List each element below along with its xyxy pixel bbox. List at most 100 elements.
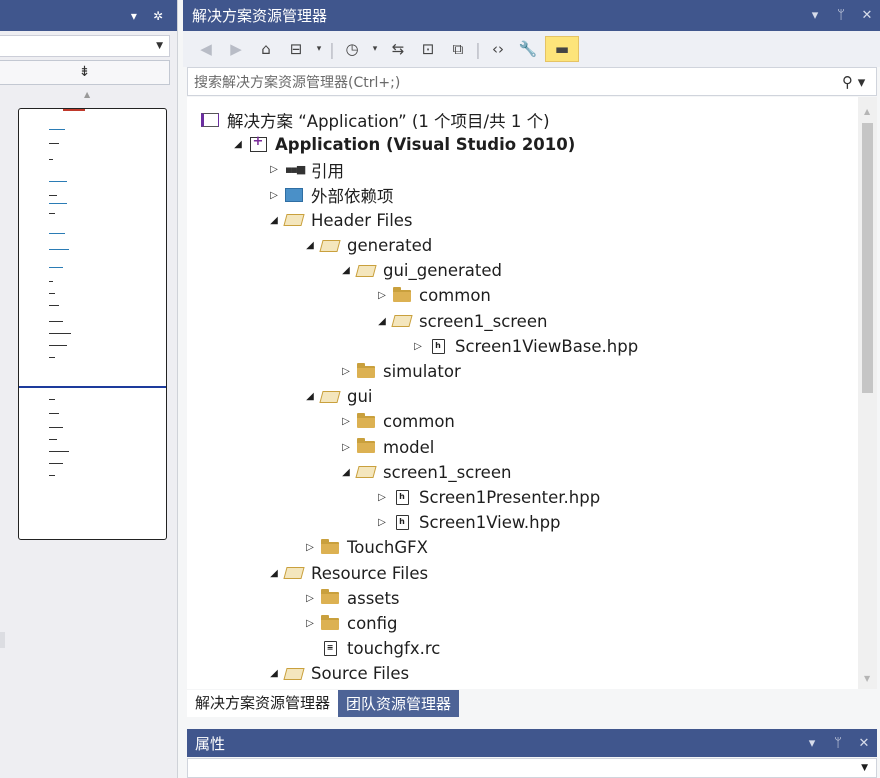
minimap-code-line xyxy=(49,143,59,144)
expand-arrow-icon[interactable]: ▷ xyxy=(373,517,391,528)
switch-views-icon[interactable]: ⊟ xyxy=(283,36,309,62)
close-icon[interactable]: ✕ xyxy=(854,8,880,23)
tree-node[interactable]: ▷ simulator xyxy=(337,359,461,384)
dropdown-arrow-icon[interactable]: ▾ xyxy=(369,36,381,62)
collapse-all-icon[interactable]: ⊡ xyxy=(415,36,441,62)
properties-wrench-icon[interactable]: 🔧 xyxy=(515,36,541,62)
left-panel-dropdown-icon[interactable]: ▾ xyxy=(131,9,137,23)
pin-icon[interactable]: ᛘ xyxy=(828,8,854,23)
tree-node[interactable]: ◢ Source Files xyxy=(265,661,409,686)
collapse-arrow-icon[interactable]: ◢ xyxy=(265,668,283,679)
tree-node[interactable]: ▷ h Screen1ViewBase.hpp xyxy=(409,334,638,359)
expand-arrow-icon[interactable]: ▷ xyxy=(301,542,319,553)
tree-node[interactable]: ◢ screen1_screen xyxy=(373,309,547,334)
tab-team-explorer[interactable]: 团队资源管理器 xyxy=(338,690,460,717)
tree-node[interactable]: ▷ h Screen1Presenter.hpp xyxy=(373,485,600,510)
tree-node[interactable]: ▷ common xyxy=(373,283,491,308)
left-panel-settings-icon[interactable]: ✲ xyxy=(153,9,163,23)
folder-open-icon xyxy=(355,464,377,480)
expand-arrow-icon[interactable]: ▷ xyxy=(373,290,391,301)
window-menu-dropdown-icon[interactable]: ▾ xyxy=(802,8,828,23)
minimap-code-line xyxy=(49,321,63,322)
search-icon[interactable]: ⚲ ▾ xyxy=(842,73,876,91)
properties-close-icon[interactable]: ✕ xyxy=(851,736,877,751)
tree-node[interactable]: ▷ common xyxy=(337,409,455,434)
left-panel-combobox[interactable]: ▼ xyxy=(0,35,170,57)
tree-node[interactable]: ◢ generated xyxy=(301,233,432,258)
tree-node[interactable]: ◢ gui xyxy=(301,384,372,409)
search-input[interactable]: 搜索解决方案资源管理器(Ctrl+;) xyxy=(194,72,842,92)
pending-changes-filter-icon[interactable]: ◷ xyxy=(339,36,365,62)
scroll-down-icon[interactable]: ▼ xyxy=(864,674,870,683)
window-title: 解决方案资源管理器 xyxy=(192,7,328,25)
collapse-arrow-icon[interactable]: ◢ xyxy=(229,139,247,150)
expand-arrow-icon[interactable]: ▷ xyxy=(337,366,355,377)
expand-arrow-icon[interactable]: ▷ xyxy=(301,593,319,604)
collapse-arrow-icon[interactable]: ◢ xyxy=(301,240,319,251)
tree-node[interactable]: ▷ TouchGFX xyxy=(301,535,428,560)
expand-arrow-icon[interactable]: ▷ xyxy=(265,164,283,175)
properties-dropdown-arrow-icon[interactable]: ▼ xyxy=(861,763,868,773)
forward-icon[interactable]: ▶ xyxy=(223,36,249,62)
expand-arrow-icon[interactable]: ▷ xyxy=(409,341,427,352)
scroll-up-icon[interactable]: ▲ xyxy=(864,107,870,116)
search-box[interactable]: 搜索解决方案资源管理器(Ctrl+;) ⚲ ▾ xyxy=(187,67,877,96)
properties-titlebar: 属性 ▾ ᛘ ✕ xyxy=(187,729,877,757)
expand-arrow-icon[interactable]: ▷ xyxy=(265,190,283,201)
tree-node-label: generated xyxy=(347,236,433,255)
tree-node[interactable]: ◢ Resource Files xyxy=(265,561,428,586)
tree-node[interactable]: ▷ model xyxy=(337,435,434,460)
tree-node[interactable]: ▷ h Screen1View.hpp xyxy=(373,510,561,535)
tree-node[interactable]: 解决方案 “Application” (1 个项目/共 1 个) xyxy=(199,107,550,132)
view-code-icon[interactable]: ‹› xyxy=(485,36,511,62)
expand-arrow-icon[interactable]: ▷ xyxy=(373,492,391,503)
minimap-code-line xyxy=(49,159,53,160)
folder-closed-icon xyxy=(319,589,341,606)
tree-node[interactable]: ▷ assets xyxy=(301,586,399,611)
collapse-arrow-icon[interactable]: ◢ xyxy=(373,316,391,327)
folder-open-icon xyxy=(319,389,341,405)
scrollbar-thumb[interactable] xyxy=(862,123,873,393)
tree-node-label: model xyxy=(383,437,435,457)
tree-node[interactable]: ◢ Header Files xyxy=(265,208,412,233)
collapse-arrow-icon[interactable]: ◢ xyxy=(337,467,355,478)
minimap-code-line xyxy=(49,195,57,196)
show-all-files-icon[interactable]: ⧉ xyxy=(445,36,471,62)
tree-node[interactable]: ▷ ▪▪■ 引用 xyxy=(265,157,344,182)
tree-node[interactable]: ▷ 外部依赖项 xyxy=(265,183,393,208)
toolbar-separator: | xyxy=(475,39,481,59)
collapse-arrow-icon[interactable]: ◢ xyxy=(265,568,283,579)
tree-node-label: Screen1View.hpp xyxy=(419,513,561,533)
back-icon[interactable]: ◀ xyxy=(193,36,219,62)
properties-pin-icon[interactable]: ᛘ xyxy=(825,736,851,751)
left-scroll-up-icon[interactable]: ▲ xyxy=(84,90,90,99)
tree-node-label: simulator xyxy=(383,362,461,381)
collapse-arrow-icon[interactable]: ◢ xyxy=(301,391,319,402)
tree-node[interactable]: ≡ touchgfx.rc xyxy=(301,636,440,661)
expand-arrow-icon[interactable]: ▷ xyxy=(337,416,355,427)
properties-menu-dropdown-icon[interactable]: ▾ xyxy=(799,736,825,751)
collapse-arrow-icon[interactable]: ◢ xyxy=(337,265,355,276)
minimap-code-line xyxy=(49,203,67,204)
preview-selected-items-icon[interactable]: ▬ xyxy=(545,36,579,62)
tree-node[interactable]: ◢ gui_generated xyxy=(337,258,502,283)
tree-node[interactable]: ▷ config xyxy=(301,611,397,636)
folder-open-icon xyxy=(355,263,377,279)
expand-arrow-icon[interactable]: ▷ xyxy=(337,442,355,453)
tree-node[interactable]: ◢ Application (Visual Studio 2010) xyxy=(229,132,575,157)
sync-with-active-document-icon[interactable]: ⇆ xyxy=(385,36,411,62)
minimap-code-line xyxy=(49,451,69,452)
tree-node-label: common xyxy=(383,412,455,432)
home-icon[interactable]: ⌂ xyxy=(253,36,279,62)
tree-node[interactable]: ◢ screen1_screen xyxy=(337,460,511,485)
minimap-code-line xyxy=(49,345,67,346)
code-minimap[interactable] xyxy=(18,108,167,540)
tree-vertical-scrollbar[interactable]: ▲ ▼ xyxy=(858,97,877,689)
combo-dropdown-arrow-icon[interactable]: ▼ xyxy=(156,41,163,51)
dropdown-arrow-icon[interactable]: ▾ xyxy=(313,36,325,62)
properties-object-selector[interactable]: ▼ xyxy=(187,758,877,778)
tab-solution-explorer[interactable]: 解决方案资源管理器 xyxy=(187,690,339,717)
collapse-arrow-icon[interactable]: ◢ xyxy=(265,215,283,226)
splitter-button[interactable]: ⇟ xyxy=(0,60,170,85)
expand-arrow-icon[interactable]: ▷ xyxy=(301,618,319,629)
